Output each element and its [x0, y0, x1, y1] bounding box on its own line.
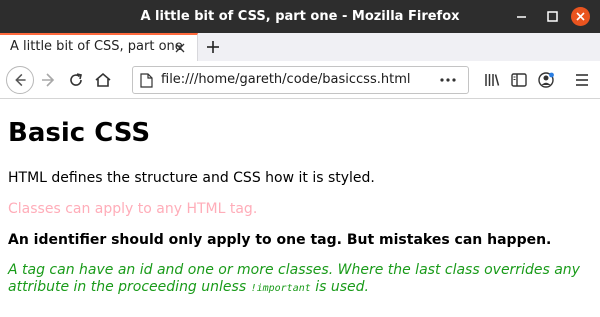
important-code: !important: [250, 283, 311, 294]
new-tab-icon[interactable]: [205, 39, 221, 55]
page-content: Basic CSS HTML defines the structure and…: [0, 100, 600, 317]
window-title: A little bit of CSS, part one - Mozilla …: [140, 9, 460, 24]
home-icon[interactable]: [93, 70, 113, 90]
url-bar[interactable]: file:///home/gareth/code/basiccss.html: [132, 66, 469, 94]
url-text[interactable]: file:///home/gareth/code/basiccss.html: [161, 72, 410, 87]
maximize-icon[interactable]: [543, 7, 562, 26]
reload-icon[interactable]: [66, 70, 86, 90]
tab-strip: A little bit of CSS, part one: [0, 33, 600, 61]
forward-icon[interactable]: [38, 70, 58, 90]
window-titlebar: A little bit of CSS, part one - Mozilla …: [0, 0, 600, 33]
sidebar-icon[interactable]: [509, 70, 529, 90]
paragraph-classes: Classes can apply to any HTML tag.: [8, 201, 258, 217]
paragraph-structure: HTML defines the structure and CSS how i…: [8, 170, 375, 186]
page-heading: Basic CSS: [8, 118, 151, 148]
back-icon[interactable]: [6, 66, 34, 94]
menu-icon[interactable]: [572, 70, 592, 90]
tab-active[interactable]: A little bit of CSS, part one: [0, 33, 198, 61]
paragraph-override-tail: is used.: [310, 279, 369, 295]
library-icon[interactable]: [482, 70, 502, 90]
tab-label: A little bit of CSS, part one: [10, 39, 183, 54]
account-icon[interactable]: [536, 70, 556, 90]
close-window-icon[interactable]: [571, 7, 590, 26]
page-icon: [140, 73, 153, 88]
minimize-icon[interactable]: [512, 7, 531, 26]
paragraph-override: A tag can have an id and one or more cla…: [8, 262, 596, 297]
navigation-toolbar: file:///home/gareth/code/basiccss.html: [0, 61, 600, 99]
more-icon[interactable]: [438, 72, 458, 88]
tab-close-icon[interactable]: [174, 42, 186, 54]
paragraph-identifier: An identifier should only apply to one t…: [8, 232, 552, 248]
